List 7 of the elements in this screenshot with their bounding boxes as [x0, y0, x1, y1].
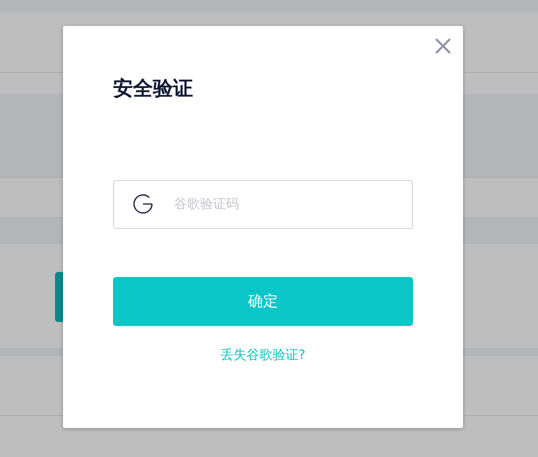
code-field[interactable]: 谷歌验证码 [113, 180, 413, 229]
close-icon [434, 37, 452, 55]
close-button[interactable] [434, 37, 452, 55]
confirm-button[interactable]: 确定 [113, 277, 413, 326]
letter-g-icon [132, 193, 154, 215]
lost-authenticator-link[interactable]: 丢失谷歌验证? [220, 346, 306, 366]
dialog-title: 安全验证 [113, 75, 193, 102]
